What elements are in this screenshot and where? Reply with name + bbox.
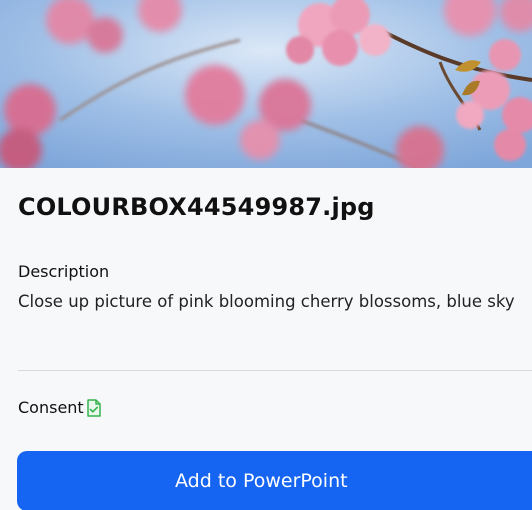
- image-filename: COLOURBOX44549987.jpg: [18, 193, 375, 221]
- image-preview: [0, 0, 532, 168]
- consent-row: Consent: [18, 398, 102, 417]
- description-label: Description: [18, 262, 110, 281]
- consent-label: Consent: [18, 398, 84, 417]
- description-text: Close up picture of pink blooming cherry…: [18, 292, 515, 311]
- add-to-powerpoint-button[interactable]: Add to PowerPoint: [17, 451, 532, 510]
- consent-document-check-icon[interactable]: [86, 398, 102, 417]
- cherry-blossom-image: [0, 0, 532, 168]
- image-detail-panel: COLOURBOX44549987.jpg Description Close …: [0, 0, 532, 510]
- divider: [18, 370, 532, 371]
